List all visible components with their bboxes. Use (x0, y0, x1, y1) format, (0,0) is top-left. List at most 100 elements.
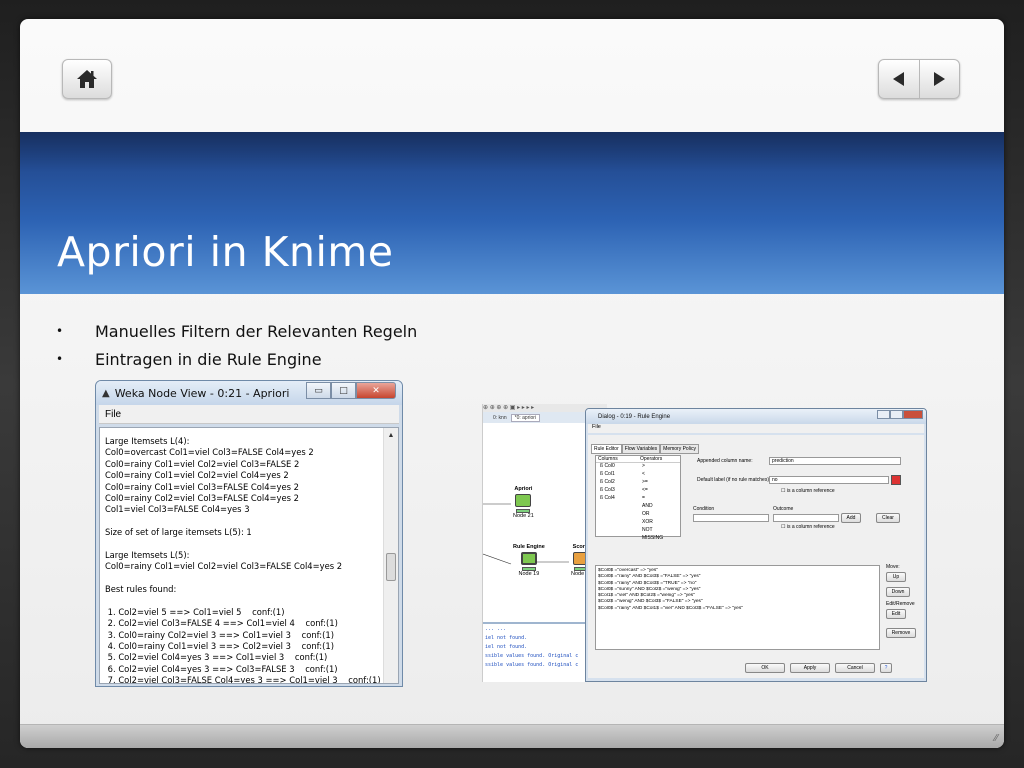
column-reference-checkbox-label[interactable]: ☐ is a column reference (781, 524, 835, 530)
operator-item: NOT (642, 527, 653, 533)
edit-remove-label: Edit/Remove (886, 601, 915, 607)
slide: Apriori in Knime • Manuelles Filtern der … (20, 19, 1004, 748)
clear-button[interactable]: Clear (876, 513, 900, 523)
dialog-title: Dialog - 0:19 - Rule Engine (598, 413, 671, 420)
output-line: Large Itemsets L(5): (105, 549, 190, 560)
operator-item: AND (642, 503, 653, 509)
rule-item[interactable]: $Col0$ ="rainy" AND $Col1$ ="viel" AND $… (598, 606, 877, 612)
vertical-scrollbar[interactable]: ▲ (383, 428, 398, 683)
minimize-button[interactable]: ▭ (306, 382, 331, 399)
output-line: Col0=rainy Col1=viel Col2=viel Col3=FALS… (105, 561, 343, 572)
output-line: Large Itemsets L(4): (105, 436, 190, 446)
column-item: ß Col3 (600, 487, 615, 493)
close-button[interactable] (903, 410, 923, 419)
bullet-item: • Manuelles Filtern der Relevanten Regeln (56, 321, 418, 341)
list-item[interactable]: XOR (596, 519, 680, 527)
output-line: Col0=rainy Col2=viel Col3=FALSE Col4=yes… (105, 492, 300, 503)
weka-window-title: Weka Node View - 0:21 - Apriori (114, 386, 290, 400)
remove-button[interactable]: Remove (886, 628, 916, 638)
outcome-label: Outcome (773, 506, 794, 512)
close-button[interactable]: ✕ (356, 382, 396, 399)
list-item[interactable]: ß Col1 < (596, 471, 680, 479)
output-line: Size of set of large itemsets L(5): 1 (105, 527, 252, 538)
appended-column-label: Appended column name: (697, 458, 753, 464)
list-item[interactable]: AND (596, 503, 680, 511)
maximize-button[interactable] (890, 410, 903, 419)
minimize-button[interactable] (877, 410, 890, 419)
output-line: Col0=rainy Col1=viel Col2=viel Col4=yes … (105, 470, 289, 481)
tab-flow-variables[interactable]: Flow Variables (621, 444, 661, 454)
rule-form: Appended column name: prediction Default… (691, 455, 916, 540)
columns-header: Columns (596, 456, 638, 463)
bullet-list: • Manuelles Filtern der Relevanten Regeln… (56, 317, 417, 373)
output-line: Col0=rainy Col1=viel Col2=viel Col3=FALS… (105, 458, 300, 469)
output-line: Best rules found: (105, 584, 177, 595)
column-item: ß Col0 (600, 463, 615, 469)
tab-memory-policy[interactable]: Memory Policy (660, 444, 699, 454)
list-item[interactable]: ß Col3 <= (596, 487, 680, 495)
help-button[interactable]: ? (880, 663, 892, 673)
output-line: 5. Col2=viel Col4=yes 3 ==> Col1=viel 3 … (105, 652, 328, 663)
up-button[interactable]: Up (886, 572, 906, 582)
list-item[interactable]: ß Col0 > (596, 463, 680, 471)
triangle-right-icon (934, 72, 946, 86)
home-icon (77, 70, 97, 88)
condition-field[interactable] (693, 514, 769, 522)
home-button[interactable] (62, 59, 112, 99)
title-band: Apriori in Knime (20, 132, 1004, 294)
output-line: 4. Col0=rainy Col1=viel 3 ==> Col2=viel … (105, 641, 334, 652)
scrollbar-thumb[interactable] (386, 553, 396, 581)
list-item[interactable]: MISSING (596, 535, 680, 543)
outcome-field[interactable] (773, 514, 839, 522)
app-logo-icon: ▲ (102, 387, 110, 399)
output-line: 2. Col2=viel Col3=FALSE 4 ==> Col1=viel … (105, 618, 338, 629)
operators-header: Operators (638, 456, 680, 463)
appended-column-field[interactable]: prediction (769, 457, 901, 465)
list-item[interactable]: OR (596, 511, 680, 519)
bottom-bar: ⁄⁄ (20, 724, 1004, 748)
operator-item: XOR (642, 519, 653, 525)
dialog-titlebar: Dialog - 0:19 - Rule Engine (586, 409, 926, 424)
column-item: ß Col4 (600, 495, 615, 501)
columns-operators-list[interactable]: Columns Operators ß Col0 > ß Col1 < ß Col2 >=… (595, 455, 681, 541)
list-item[interactable]: ß Col4 = (596, 495, 680, 503)
list-item[interactable]: NOT (596, 527, 680, 535)
prev-next-buttons (878, 59, 960, 99)
down-button[interactable]: Down (886, 587, 910, 597)
column-reference-checkbox-label[interactable]: ☐ is a column reference (781, 488, 835, 494)
weka-output-area: Large Itemsets L(4): Col0=overcast Col1=v… (99, 427, 399, 684)
condition-label: Condition (693, 506, 715, 512)
color-picker-icon[interactable] (891, 475, 901, 485)
apply-button[interactable]: Apply (790, 663, 830, 673)
operator-item: MISSING (642, 535, 664, 541)
list-item[interactable]: ß Col2 >= (596, 479, 680, 487)
output-line: Col1=viel Col3=FALSE Col4=yes 3 (105, 504, 250, 515)
resize-grip-icon: ⁄⁄ (994, 733, 998, 744)
ok-button[interactable]: OK (745, 663, 785, 673)
add-button[interactable]: Add (841, 513, 861, 523)
default-label-field[interactable]: no (769, 476, 889, 484)
cancel-button[interactable]: Cancel (835, 663, 875, 673)
slide-title: Apriori in Knime (57, 228, 394, 276)
bullet-text: Manuelles Filtern der Relevanten Regeln (95, 321, 418, 341)
weka-output-text: Large Itemsets L(4): Col0=overcast Col1=v… (100, 428, 398, 684)
tab-rule-editor[interactable]: Rule Editor (591, 444, 622, 454)
weka-menu-file[interactable]: File (99, 405, 399, 424)
output-line: 6. Col2=viel Col4=yes 3 ==> Col3=FALSE 3… (105, 663, 338, 674)
bullet-text: Eintragen in die Rule Engine (95, 349, 322, 369)
output-line: 1. Col2=viel 5 ==> Col1=viel 5 conf:(1) (105, 606, 285, 617)
maximize-button[interactable]: □ (331, 382, 356, 399)
scroll-up-icon[interactable]: ▲ (384, 428, 398, 443)
rules-list[interactable]: $Col0$ ="overcast" => "yes" $Col0$ ="rain… (595, 565, 880, 650)
dialog-menu-file[interactable]: File (588, 424, 924, 433)
next-button[interactable] (920, 60, 960, 98)
operator-item: >= (642, 479, 648, 485)
column-item: ß Col2 (600, 479, 615, 485)
move-label: Move: (886, 564, 900, 570)
edit-button[interactable]: Edit (886, 609, 906, 619)
previous-button[interactable] (879, 60, 919, 98)
output-line: 7. Col2=viel Col3=FALSE Col4=yes 3 ==> C… (105, 675, 381, 684)
